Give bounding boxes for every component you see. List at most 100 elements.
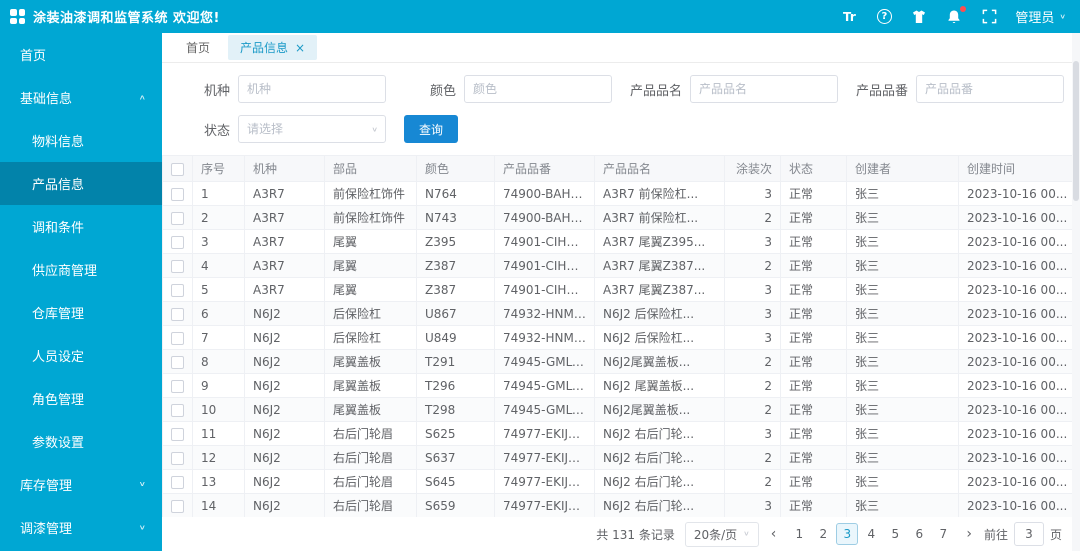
row-checkbox[interactable] [171,475,184,489]
sidebar-subitem[interactable]: 仓库管理 [0,291,162,334]
cell-seq: 5 [192,277,245,302]
sidebar-item[interactable]: 调漆管理 ∨ [0,506,162,549]
scrollbar-thumb[interactable] [1073,61,1079,201]
goto-page: 前往 页 [984,522,1062,546]
page-button[interactable]: 2 [812,523,834,545]
cell-product-no: 74901-CIHK00... [494,229,595,254]
row-checkbox[interactable] [171,259,184,273]
cell-created: 2023-10-16 00... [958,325,1080,350]
cell-color: N743 [416,205,495,230]
sidebar: 首页 基础信息 ∧ 物料信息产品信息调和条件 供应商管理 仓库管理 人员设定 角色管理 参数设置… [0,33,162,551]
sidebar-subitem[interactable]: 调和条件 [0,205,162,248]
cell-coats: 3 [724,229,781,254]
search-button[interactable]: 查询 [404,115,459,143]
page-button[interactable]: 6 [908,523,930,545]
scrollbar[interactable] [1072,33,1080,551]
page-button[interactable]: 7 [932,523,954,545]
status-select-input[interactable] [238,115,386,143]
chevron-up-icon: ∧ [138,93,146,102]
cell-checkbox [162,181,193,206]
table-row: 1A3R7前保险杠饰件N76474900-BAHG00...A3R7 前保险杠.… [162,181,1080,206]
cell-product-no: 74932-HNMP0... [494,325,595,350]
cell-creator: 张三 [846,205,959,230]
page-button[interactable]: 3 [836,523,859,545]
tab-item[interactable]: 首页 [174,35,222,60]
cell-coats: 2 [724,445,781,470]
goto-page-input[interactable] [1013,522,1044,546]
prev-page-button[interactable]: ‹ [769,526,779,542]
cell-creator: 张三 [846,421,959,446]
cell-machine: N6J2 [244,301,325,326]
cell-checkbox [162,445,193,470]
tab-active[interactable]: 产品信息 × [228,35,318,60]
select-all-checkbox[interactable] [171,162,184,176]
page-size-select[interactable]: 20条/页 ∨ [684,521,759,547]
cell-part: 尾翼 [324,229,417,254]
product-name-filter-input[interactable] [689,75,838,103]
sidebar-subitem[interactable]: 供应商管理 [0,248,162,291]
sidebar-item[interactable]: 首页 [0,33,162,76]
filter-panel: 机种 颜色 产品品名 产品品番 状态 [162,63,1080,155]
cell-color: S645 [416,469,495,494]
cell-coats: 3 [724,421,781,446]
cell-part: 右后门轮眉 [324,469,417,494]
row-checkbox[interactable] [171,355,184,369]
cell-status: 正常 [780,229,847,254]
next-page-button[interactable]: › [964,526,974,542]
color-filter-input[interactable] [463,75,612,103]
sidebar-item-label: 调漆管理 [20,522,73,537]
row-checkbox[interactable] [171,403,184,417]
row-checkbox[interactable] [171,283,184,297]
page-button[interactable]: 4 [860,523,882,545]
fullscreen-icon[interactable] [980,8,998,26]
cell-part: 右后门轮眉 [324,445,417,470]
font-size-icon[interactable]: Tr [840,8,858,26]
row-checkbox[interactable] [171,331,184,345]
product-no-filter-input[interactable] [915,75,1064,103]
sidebar-subitem[interactable]: 人员设定 [0,334,162,377]
row-checkbox[interactable] [171,187,184,201]
cell-status: 正常 [780,469,847,494]
notification-bell-icon[interactable] [945,5,967,26]
table-row: 10 N6J2 尾翼盖板 T298 74945-GMLO0... N6J2尾翼盖板... 2… [162,397,1080,422]
machine-filter-input[interactable] [238,75,386,103]
cell-creator: 张三 [846,469,959,494]
sidebar-item[interactable]: 基础信息 ∧ [0,76,162,119]
cell-product-no: 74977-EKIJM0... [494,421,595,446]
cell-color: T298 [416,397,495,422]
status-filter-select[interactable]: ∨ [238,115,386,143]
row-checkbox[interactable] [171,307,184,321]
chevron-down-icon: ∨ [371,126,378,134]
row-checkbox[interactable] [171,211,184,225]
help-icon[interactable]: ? [875,8,893,26]
cell-machine: A3R7 [244,229,325,254]
page-button[interactable]: 5 [884,523,906,545]
help-circle-icon: ? [876,9,892,24]
row-checkbox[interactable] [171,379,184,393]
sidebar-subitem[interactable]: 产品信息 [0,162,162,205]
cell-part: 尾翼 [324,253,417,278]
cell-seq: 3 [192,229,245,254]
row-checkbox[interactable] [171,499,184,513]
cell-product-name: A3R7 前保险杠... [594,181,725,206]
cell-checkbox [162,205,193,230]
sidebar-subitem[interactable]: 参数设置 [0,420,162,463]
cell-seq: 4 [192,253,245,278]
sidebar-subitem[interactable]: 角色管理 [0,377,162,420]
table-container: 序号 机种 部品 颜色 产品品番 产品品名 涂装次 状态 创建者 创建时间 1 A3R7 前保险杠饰件… [162,155,1080,517]
user-menu[interactable]: 管理员 ∨ [1015,7,1066,26]
row-checkbox[interactable] [171,451,184,465]
row-checkbox[interactable] [171,235,184,249]
table-row: 6 N6J2 后保险杠 U867 74932-HNMP0... N6J2 后保险杠... 3… [162,301,1080,326]
sidebar-subitem-label: 产品信息 [32,178,85,193]
sidebar-item[interactable]: 库存管理 ∨ [0,463,162,506]
row-checkbox[interactable] [171,427,184,441]
cell-seq: 13 [192,469,245,494]
cell-product-name: A3R7 尾翼Z395... [594,229,725,254]
cell-coats: 3 [724,277,781,302]
theme-shirt-icon[interactable] [910,8,928,26]
sidebar-subitem[interactable]: 物料信息 [0,119,162,162]
page-button[interactable]: 1 [788,523,810,545]
cell-coats: 3 [724,181,781,206]
tab-close-icon[interactable]: × [295,42,305,54]
